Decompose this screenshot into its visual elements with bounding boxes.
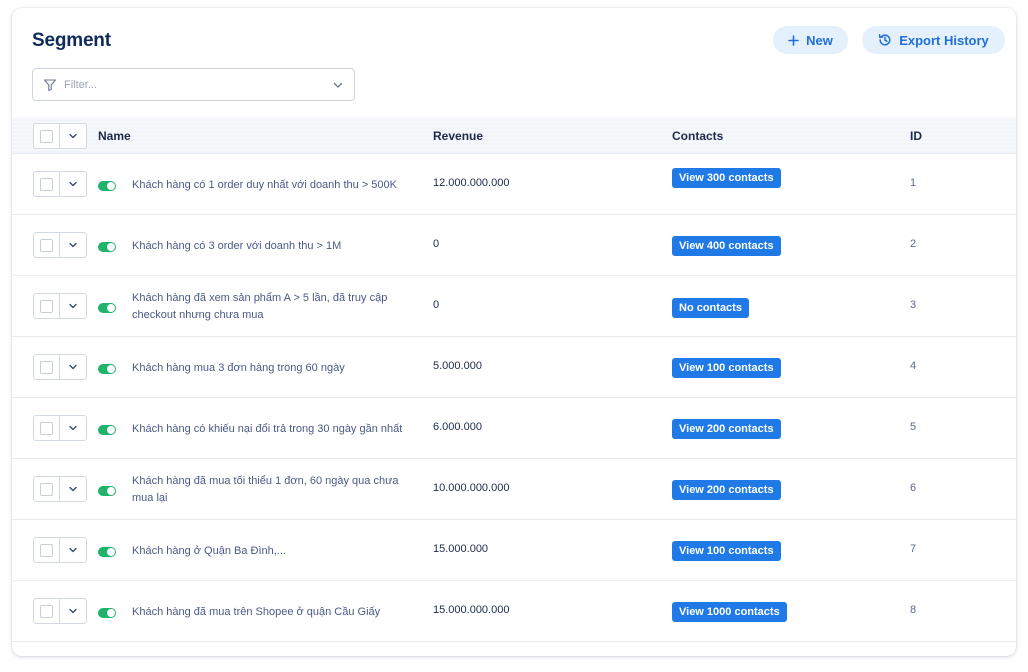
row-select-control[interactable]: [33, 476, 87, 502]
segment-toggle[interactable]: [98, 303, 116, 313]
segment-id: 7: [910, 543, 917, 555]
chevron-down-icon[interactable]: [60, 124, 86, 148]
segment-revenue: 0: [433, 238, 440, 250]
table-row: Khách hàng có 3 order với doanh thu > 1M…: [12, 215, 1016, 276]
segment-toggle[interactable]: [98, 608, 116, 618]
segment-name[interactable]: Khách hàng đã xem sản phẩm A > 5 lần, đã…: [132, 290, 404, 324]
row-select-control[interactable]: [33, 171, 87, 197]
page-title: Segment: [32, 30, 111, 51]
table-row: Khách hàng ở Quận Ba Đình,... 15.000.000…: [12, 520, 1016, 581]
chevron-down-icon[interactable]: [60, 233, 86, 257]
segment-id: 4: [910, 360, 917, 372]
row-checkbox[interactable]: [34, 477, 60, 501]
row-select-control[interactable]: [33, 354, 87, 380]
segment-name[interactable]: Khách hàng có khiếu nại đổi trả trong 30…: [132, 421, 404, 438]
segment-revenue: 6.000.000: [433, 421, 482, 433]
segment-toggle[interactable]: [98, 547, 116, 557]
chevron-down-icon[interactable]: [332, 79, 344, 91]
column-header-id[interactable]: ID: [910, 129, 922, 143]
row-select-control[interactable]: [33, 537, 87, 563]
export-history-button[interactable]: Export History: [862, 26, 1005, 54]
segment-id: 1: [910, 177, 917, 189]
segment-toggle[interactable]: [98, 486, 116, 496]
view-contacts-button[interactable]: View 200 contacts: [672, 419, 781, 439]
segment-toggle[interactable]: [98, 425, 116, 435]
chevron-down-icon[interactable]: [60, 477, 86, 501]
export-history-label: Export History: [899, 32, 989, 48]
segment-revenue: 5.000.000: [433, 360, 482, 372]
segment-id: 6: [910, 482, 917, 494]
segment-revenue: 10.000.000.000: [433, 482, 510, 494]
segment-revenue: 15.000.000.000: [433, 604, 510, 616]
table-row: Khách hàng đã mua tối thiểu 1 đơn, 60 ng…: [12, 459, 1016, 520]
chevron-down-icon[interactable]: [60, 599, 86, 623]
row-select-control[interactable]: [33, 598, 87, 624]
view-contacts-button[interactable]: View 400 contacts: [672, 236, 781, 256]
segment-id: 8: [910, 604, 917, 616]
row-checkbox[interactable]: [34, 355, 60, 379]
segment-name[interactable]: Khách hàng đã mua tối thiểu 1 đơn, 60 ng…: [132, 473, 404, 507]
segment-name[interactable]: Khách hàng có 1 order duy nhất với doanh…: [132, 177, 404, 194]
segment-revenue: 12.000.000.000: [433, 177, 510, 189]
segment-revenue: 0: [433, 299, 440, 311]
no-contacts-button[interactable]: No contacts: [672, 298, 749, 318]
segment-name[interactable]: Khách hàng có 3 order với doanh thu > 1M: [132, 238, 404, 255]
segment-name[interactable]: Khách hàng mua 3 đơn hàng trong 60 ngày: [132, 360, 404, 377]
chevron-down-icon[interactable]: [60, 538, 86, 562]
select-all-checkbox[interactable]: [34, 124, 60, 148]
segment-name[interactable]: Khách hàng đã mua trên Shopee ở quận Cầu…: [132, 604, 404, 621]
row-checkbox[interactable]: [34, 416, 60, 440]
row-checkbox[interactable]: [34, 538, 60, 562]
history-icon: [878, 33, 892, 47]
view-contacts-button[interactable]: View 100 contacts: [672, 541, 781, 561]
view-contacts-button[interactable]: View 200 contacts: [672, 480, 781, 500]
view-contacts-button[interactable]: View 100 contacts: [672, 358, 781, 378]
table-row: Khách hàng có khiếu nại đổi trả trong 30…: [12, 398, 1016, 459]
chevron-down-icon[interactable]: [60, 294, 86, 318]
view-contacts-button[interactable]: View 300 contacts: [672, 168, 781, 188]
row-select-control[interactable]: [33, 415, 87, 441]
table-row: Khách hàng mua 3 đơn hàng trong 60 ngày …: [12, 337, 1016, 398]
row-checkbox[interactable]: [34, 294, 60, 318]
table-header: Name Revenue Contacts ID: [12, 117, 1016, 154]
column-header-name[interactable]: Name: [98, 129, 131, 143]
table-row: Khách hàng đã mua trên Shopee ở quận Cầu…: [12, 581, 1016, 642]
filter-input[interactable]: [64, 78, 332, 91]
segment-name[interactable]: Khách hàng ở Quận Ba Đình,...: [132, 543, 404, 560]
plus-icon: [788, 34, 799, 46]
table-row: Khách hàng có 1 order duy nhất với doanh…: [12, 154, 1016, 215]
funnel-icon: [43, 78, 57, 92]
segment-id: 5: [910, 421, 917, 433]
column-header-contacts[interactable]: Contacts: [672, 129, 723, 143]
new-button[interactable]: New: [773, 26, 848, 54]
table-row: Khách hàng đã xem sản phẩm A > 5 lần, đã…: [12, 276, 1016, 337]
segment-id: 3: [910, 299, 917, 311]
chevron-down-icon[interactable]: [60, 172, 86, 196]
row-select-control[interactable]: [33, 232, 87, 258]
segment-toggle[interactable]: [98, 181, 116, 191]
chevron-down-icon[interactable]: [60, 416, 86, 440]
chevron-down-icon[interactable]: [60, 355, 86, 379]
segment-id: 2: [910, 238, 917, 250]
segment-card: Segment New Export History Filter... Nam…: [12, 8, 1016, 656]
filter-select[interactable]: [32, 68, 355, 101]
row-checkbox[interactable]: [34, 172, 60, 196]
view-contacts-button[interactable]: View 1000 contacts: [672, 602, 787, 622]
row-select-control[interactable]: [33, 293, 87, 319]
select-all-control[interactable]: [33, 123, 87, 149]
row-checkbox[interactable]: [34, 599, 60, 623]
column-header-revenue[interactable]: Revenue: [433, 129, 483, 143]
segment-revenue: 15.000.000: [433, 543, 489, 555]
new-button-label: New: [806, 32, 833, 48]
segment-toggle[interactable]: [98, 242, 116, 252]
segment-toggle[interactable]: [98, 364, 116, 374]
row-checkbox[interactable]: [34, 233, 60, 257]
